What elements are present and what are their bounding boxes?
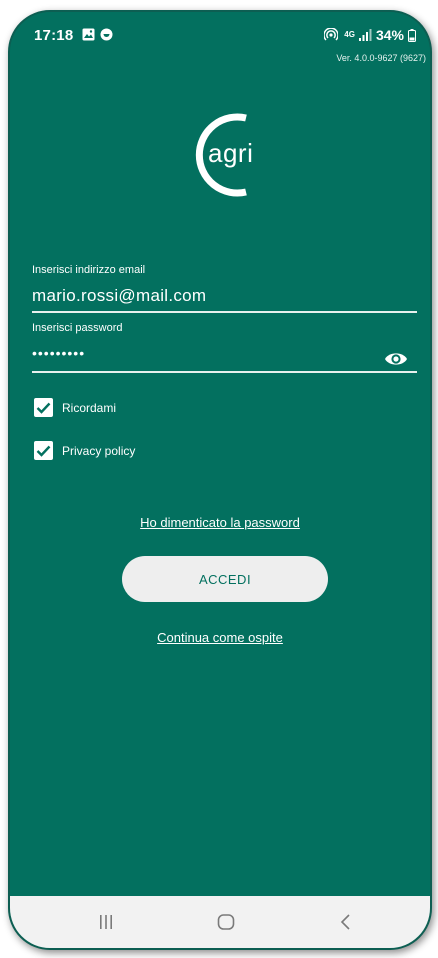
- status-indicators: 4G 34%: [324, 26, 416, 44]
- login-screen: 17:18 4G 34% Ver. 4.0.0-9627 (9627) agri…: [10, 12, 430, 948]
- password-underline: [32, 371, 417, 373]
- home-icon[interactable]: [214, 910, 238, 934]
- remember-checkbox-box[interactable]: [34, 398, 53, 417]
- status-time: 17:18: [34, 27, 74, 44]
- network-type: 4G: [344, 30, 355, 39]
- image-icon: [82, 28, 95, 41]
- privacy-label: Privacy policy: [62, 443, 136, 458]
- phone-frame: 17:18 4G 34% Ver. 4.0.0-9627 (9627) agri…: [8, 10, 432, 950]
- status-bar: 17:18 4G 34% Ver. 4.0.0-9627 (9627): [10, 12, 430, 63]
- remember-me-checkbox[interactable]: Ricordami: [34, 398, 116, 417]
- continue-as-guest-link[interactable]: Continua come ospite: [10, 630, 430, 645]
- remember-label: Ricordami: [62, 400, 117, 415]
- signal-icon: [358, 29, 372, 41]
- logo-text: agri: [208, 138, 254, 168]
- system-navigation-bar: [10, 896, 430, 948]
- app-version: Ver. 4.0.0-9627 (9627): [336, 53, 426, 63]
- email-label: Inserisci indirizzo email: [32, 264, 146, 276]
- password-label: Inserisci password: [32, 322, 123, 334]
- battery-level: 34%: [375, 27, 404, 43]
- recent-apps-icon[interactable]: [94, 910, 118, 934]
- back-icon[interactable]: [334, 910, 358, 934]
- check-icon: [36, 402, 51, 414]
- password-field[interactable]: •••••••••: [32, 345, 85, 361]
- forgot-password-link[interactable]: Ho dimenticato la password: [10, 515, 430, 530]
- login-button[interactable]: ACCEDI: [122, 556, 328, 602]
- hotspot-icon: [324, 28, 339, 41]
- check-icon: [36, 445, 51, 457]
- email-field[interactable]: mario.rossi@mail.com: [32, 286, 206, 306]
- email-underline: [32, 311, 417, 313]
- show-password-icon[interactable]: [384, 350, 408, 368]
- privacy-checkbox-box[interactable]: [34, 441, 53, 460]
- privacy-policy-checkbox[interactable]: Privacy policy: [34, 441, 135, 460]
- battery-icon: [408, 28, 416, 42]
- notification-icon: [100, 28, 113, 41]
